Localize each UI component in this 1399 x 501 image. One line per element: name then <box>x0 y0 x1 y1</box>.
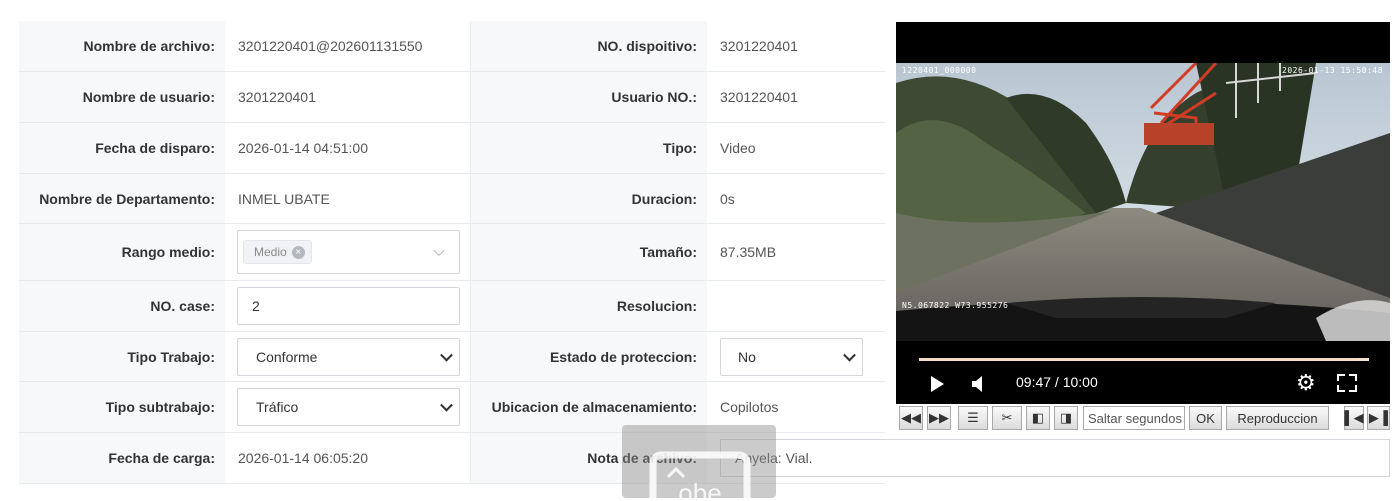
form-row: Nombre de archivo: 3201220401@2026011315… <box>19 21 885 72</box>
form-row: Fecha de disparo: 2026-01-14 04:51:00 Ti… <box>19 123 885 174</box>
trigger-date-label: Fecha de disparo: <box>19 123 225 173</box>
protection-select[interactable]: No <box>720 338 863 376</box>
video-frame[interactable]: 1220401_000000 2026-01-13 15:50:48 N5.06… <box>896 63 1390 341</box>
resolution-label: Resolucion: <box>471 281 707 331</box>
form-row: NO. case: 2 Resolucion: <box>19 281 885 332</box>
case-no-cell: 2 <box>225 281 471 331</box>
rewind-icon[interactable]: ◀◀ <box>899 406 923 430</box>
department-value: INMEL UBATE <box>225 174 471 223</box>
resolution-value <box>707 281 885 331</box>
seek-seconds-input[interactable]: Saltar segundos <box>1083 406 1185 430</box>
file-details-form: Nombre de archivo: 3201220401@2026011315… <box>19 21 885 484</box>
user-no-value: 3201220401 <box>707 72 885 122</box>
duration-label: Duracion: <box>471 174 707 223</box>
file-name-label: Nombre de archivo: <box>19 21 225 71</box>
device-no-label: NO. dispoitivo: <box>471 21 707 71</box>
fast-forward-icon[interactable]: ▶▶ <box>927 406 951 430</box>
overlay-text: obe <box>678 478 721 498</box>
next-frame-icon[interactable]: ◨ <box>1054 406 1078 430</box>
settings-icon[interactable]: ⚙ <box>1296 372 1316 394</box>
work-type-selected: Conforme <box>256 349 318 365</box>
size-label: Tamaño: <box>471 224 707 280</box>
protection-selected: No <box>738 349 756 365</box>
chevron-down-icon <box>433 244 445 257</box>
scissors-icon[interactable]: ✂ <box>992 406 1022 430</box>
trigger-date-value: 2026-01-14 04:51:00 <box>225 123 471 173</box>
prev-frame-icon[interactable]: ◧ <box>1026 406 1050 430</box>
type-value: Video <box>707 123 885 173</box>
form-row: Rango medio: Medio × Tamaño: 87.35MB <box>19 224 885 281</box>
fullscreen-icon[interactable] <box>1337 374 1357 392</box>
media-range-select[interactable]: Medio × <box>237 230 460 274</box>
file-name-value: 3201220401@202601131550 <box>225 21 471 71</box>
subwork-type-cell: Tráfico <box>225 382 471 432</box>
file-note-input[interactable]: Anyela: Vial. <box>720 439 1390 477</box>
type-label: Tipo: <box>471 123 707 173</box>
volume-icon[interactable] <box>972 375 986 393</box>
form-row: Nombre de usuario: 3201220401 Usuario NO… <box>19 72 885 123</box>
osd-device-id: 1220401_000000 <box>902 66 977 75</box>
progress-fill <box>919 358 1360 361</box>
play-icon[interactable] <box>931 376 944 392</box>
playback-button[interactable]: Reproduccion <box>1226 406 1329 430</box>
subwork-type-label: Tipo subtrabajo: <box>19 382 225 432</box>
upload-date-value: 2026-01-14 06:05:20 <box>225 433 471 483</box>
upload-date-label: Fecha de carga: <box>19 433 225 483</box>
protection-label: Estado de proteccion: <box>471 332 707 381</box>
chevron-down-icon <box>440 398 453 412</box>
media-range-tag: Medio × <box>243 240 312 264</box>
chevron-down-icon <box>440 348 453 362</box>
department-label: Nombre de Departamento: <box>19 174 225 223</box>
case-no-label: NO. case: <box>19 281 225 331</box>
work-type-select[interactable]: Conforme <box>237 338 460 376</box>
media-range-tag-label: Medio <box>254 245 287 259</box>
protection-cell: No <box>707 332 885 381</box>
size-value: 87.35MB <box>707 224 885 280</box>
playback-time: 09:47 / 10:00 <box>1016 374 1098 390</box>
form-row: Tipo Trabajo: Conforme Estado de protecc… <box>19 332 885 382</box>
floating-overlay[interactable]: obe <box>622 425 776 501</box>
user-name-label: Nombre de usuario: <box>19 72 225 122</box>
ok-button[interactable]: OK <box>1189 406 1222 430</box>
dashcam-scene-image <box>896 63 1390 341</box>
device-no-value: 3201220401 <box>707 21 885 71</box>
media-range-cell: Medio × <box>225 224 471 280</box>
case-no-input[interactable]: 2 <box>237 287 460 325</box>
video-player[interactable]: 1220401_000000 2026-01-13 15:50:48 N5.06… <box>896 22 1390 404</box>
media-range-label: Rango medio: <box>19 224 225 280</box>
form-row: Nombre de Departamento: INMEL UBATE Dura… <box>19 174 885 224</box>
subwork-type-select[interactable]: Tráfico <box>237 388 460 426</box>
osd-datetime: 2026-01-13 15:50:48 <box>1282 66 1384 75</box>
skip-start-icon[interactable]: ▌◀ <box>1344 406 1364 430</box>
overlay-graphic: obe <box>649 451 751 501</box>
work-type-label: Tipo Trabajo: <box>19 332 225 381</box>
chevron-down-icon <box>843 348 856 362</box>
user-name-value: 3201220401 <box>225 72 471 122</box>
skip-end-icon[interactable]: ▶▐ <box>1367 406 1390 430</box>
progress-bar[interactable] <box>919 358 1369 361</box>
tag-remove-icon[interactable]: × <box>291 245 305 259</box>
user-no-label: Usuario NO.: <box>471 72 707 122</box>
list-icon[interactable]: ☰ <box>958 406 988 430</box>
subwork-type-selected: Tráfico <box>256 399 299 415</box>
duration-value: 0s <box>707 174 885 223</box>
osd-gps: N5.067822 W73.955276 <box>902 301 1009 310</box>
work-type-cell: Conforme <box>225 332 471 381</box>
